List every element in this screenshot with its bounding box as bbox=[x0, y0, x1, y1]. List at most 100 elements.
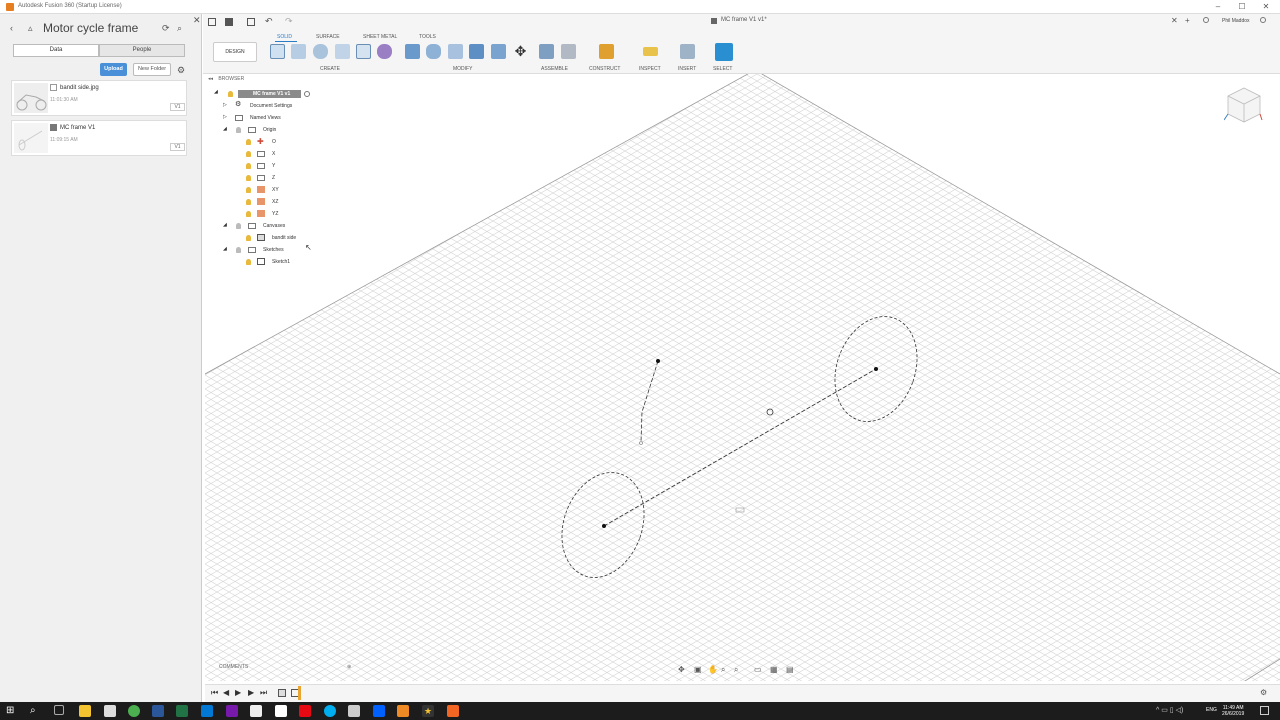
save-icon[interactable] bbox=[247, 18, 255, 26]
expand-toggle[interactable]: ▷ bbox=[223, 114, 227, 120]
combine-icon[interactable] bbox=[469, 44, 484, 59]
tray-icons[interactable]: ^ ▭ ▯ ◁) bbox=[1156, 706, 1183, 714]
expand-toggle[interactable]: ◢ bbox=[223, 126, 227, 132]
tab-tools[interactable]: TOOLS bbox=[419, 34, 436, 40]
origin-item-z[interactable]: Z bbox=[272, 173, 275, 183]
onenote-icon[interactable] bbox=[226, 705, 238, 717]
back-icon[interactable]: ‹ bbox=[10, 23, 13, 33]
group-modify[interactable]: MODIFY bbox=[453, 66, 472, 72]
origin-item-x[interactable]: X bbox=[272, 149, 275, 159]
language-indicator[interactable]: ENG bbox=[1206, 707, 1217, 713]
browser-item-sketches[interactable]: Sketches bbox=[263, 245, 284, 255]
visibility-bulb-icon[interactable] bbox=[246, 259, 251, 265]
play-icon[interactable]: ▶ bbox=[235, 688, 241, 697]
move-icon[interactable]: ✥ bbox=[513, 44, 528, 59]
search-icon[interactable]: ⌕ bbox=[177, 23, 182, 33]
go-to-start-icon[interactable]: ⏮ bbox=[211, 688, 218, 698]
sketch-point[interactable] bbox=[874, 367, 878, 371]
help-icon[interactable] bbox=[1260, 17, 1266, 23]
file-menu-icon[interactable] bbox=[225, 18, 233, 26]
browser-item-origin[interactable]: Origin bbox=[263, 125, 276, 135]
display-settings-icon[interactable]: ▭ bbox=[754, 665, 762, 674]
upload-button[interactable]: Upload bbox=[100, 63, 127, 76]
fillet-icon[interactable] bbox=[426, 44, 441, 59]
workspace-switcher[interactable]: DESIGN bbox=[213, 42, 257, 62]
minimize-icon[interactable]: – bbox=[1206, 1, 1230, 13]
recording-app-icon[interactable] bbox=[447, 705, 459, 717]
close-window-icon[interactable]: ✕ bbox=[1254, 1, 1278, 13]
visibility-bulb-icon[interactable] bbox=[236, 223, 241, 229]
origin-item-yz[interactable]: YZ bbox=[272, 209, 278, 219]
skype-icon[interactable] bbox=[324, 705, 336, 717]
canvas-feature-icon[interactable] bbox=[278, 689, 286, 697]
visibility-bulb-icon[interactable] bbox=[246, 211, 251, 217]
visibility-bulb-icon[interactable] bbox=[246, 175, 251, 181]
sketch-canvas[interactable] bbox=[205, 74, 1280, 681]
browser-item-named-views[interactable]: Named Views bbox=[250, 113, 281, 123]
maximize-icon[interactable]: ☐ bbox=[1230, 1, 1254, 13]
document-tab-title[interactable]: MC frame V1 v1* bbox=[721, 17, 767, 23]
insert-image-icon[interactable] bbox=[680, 44, 695, 59]
version-select[interactable]: V1 bbox=[170, 143, 185, 151]
sketch-point[interactable] bbox=[602, 524, 606, 528]
tab-solid[interactable]: SOLID bbox=[277, 34, 292, 40]
fusion-360-icon[interactable] bbox=[397, 705, 409, 717]
dropbox-icon[interactable] bbox=[373, 705, 385, 717]
tab-surface[interactable]: SURFACE bbox=[316, 34, 340, 40]
expand-toggle[interactable]: ◢ bbox=[214, 89, 218, 95]
add-comment-icon[interactable]: ⊕ bbox=[347, 664, 351, 670]
select-icon[interactable] bbox=[715, 43, 733, 61]
activate-radio-icon[interactable] bbox=[304, 91, 310, 97]
browser-root[interactable]: MC frame V1 v1 bbox=[238, 90, 301, 98]
create-sketch-icon[interactable] bbox=[270, 44, 285, 59]
user-name[interactable]: Phil Maddox bbox=[1222, 18, 1250, 24]
group-inspect[interactable]: INSPECT bbox=[639, 66, 661, 72]
extrude-icon[interactable] bbox=[291, 44, 306, 59]
expand-toggle[interactable]: ▷ bbox=[223, 102, 227, 108]
version-select[interactable]: V1 bbox=[170, 103, 185, 111]
settings-gear-icon[interactable]: ⚙ bbox=[177, 65, 185, 75]
tab-people[interactable]: People bbox=[99, 44, 185, 57]
store-icon[interactable] bbox=[104, 705, 116, 717]
browser-item-document-settings[interactable]: Document Settings bbox=[250, 101, 292, 111]
browser-item-canvases[interactable]: Canvases bbox=[263, 221, 285, 231]
keyboard-app-icon[interactable] bbox=[348, 705, 360, 717]
shell-icon[interactable] bbox=[448, 44, 463, 59]
measure-icon[interactable] bbox=[643, 47, 658, 56]
new-component-icon[interactable] bbox=[539, 44, 554, 59]
offset-plane-icon[interactable] bbox=[599, 44, 614, 59]
step-back-icon[interactable]: ◀ bbox=[223, 688, 229, 697]
origin-item-y[interactable]: Y bbox=[272, 161, 275, 171]
task-view-icon[interactable] bbox=[54, 705, 64, 715]
expand-toggle[interactable]: ◢ bbox=[223, 222, 227, 228]
sketch-item[interactable]: Sketch1 bbox=[272, 257, 290, 267]
group-insert[interactable]: INSERT bbox=[678, 66, 696, 72]
step-forward-icon[interactable]: ▶ bbox=[248, 688, 254, 697]
canvas-item[interactable]: bandit side bbox=[272, 233, 296, 243]
visibility-bulb-icon[interactable] bbox=[246, 151, 251, 157]
mail-icon[interactable] bbox=[250, 705, 262, 717]
outlook-icon[interactable] bbox=[201, 705, 213, 717]
form-icon[interactable] bbox=[377, 44, 392, 59]
visibility-bulb-icon[interactable] bbox=[246, 163, 251, 169]
group-create[interactable]: CREATE bbox=[320, 66, 340, 72]
pan-icon[interactable]: ✋ bbox=[708, 665, 718, 674]
grid-settings-icon[interactable]: ▦ bbox=[770, 665, 778, 674]
go-to-end-icon[interactable]: ⏭ bbox=[260, 688, 267, 698]
visibility-bulb-icon[interactable] bbox=[236, 127, 241, 133]
visibility-bulb-icon[interactable] bbox=[246, 139, 251, 145]
close-panel-icon[interactable]: ✕ bbox=[193, 15, 201, 25]
visibility-bulb-icon[interactable] bbox=[246, 199, 251, 205]
visibility-bulb-icon[interactable] bbox=[246, 187, 251, 193]
press-pull-icon[interactable] bbox=[405, 44, 420, 59]
pattern-icon[interactable] bbox=[356, 44, 371, 59]
origin-item-xz[interactable]: XZ bbox=[272, 197, 278, 207]
chrome-icon[interactable] bbox=[128, 705, 140, 717]
browser-header[interactable]: ◂◂ BROWSER bbox=[208, 76, 354, 85]
fit-icon[interactable]: ⌕ bbox=[734, 665, 738, 675]
timeline-settings-icon[interactable]: ⚙ bbox=[1260, 688, 1267, 697]
hole-icon[interactable] bbox=[335, 44, 350, 59]
redo-icon[interactable]: ↷ bbox=[285, 16, 293, 27]
origin-item-o[interactable]: O bbox=[272, 137, 276, 147]
tab-data[interactable]: Data bbox=[13, 44, 99, 57]
